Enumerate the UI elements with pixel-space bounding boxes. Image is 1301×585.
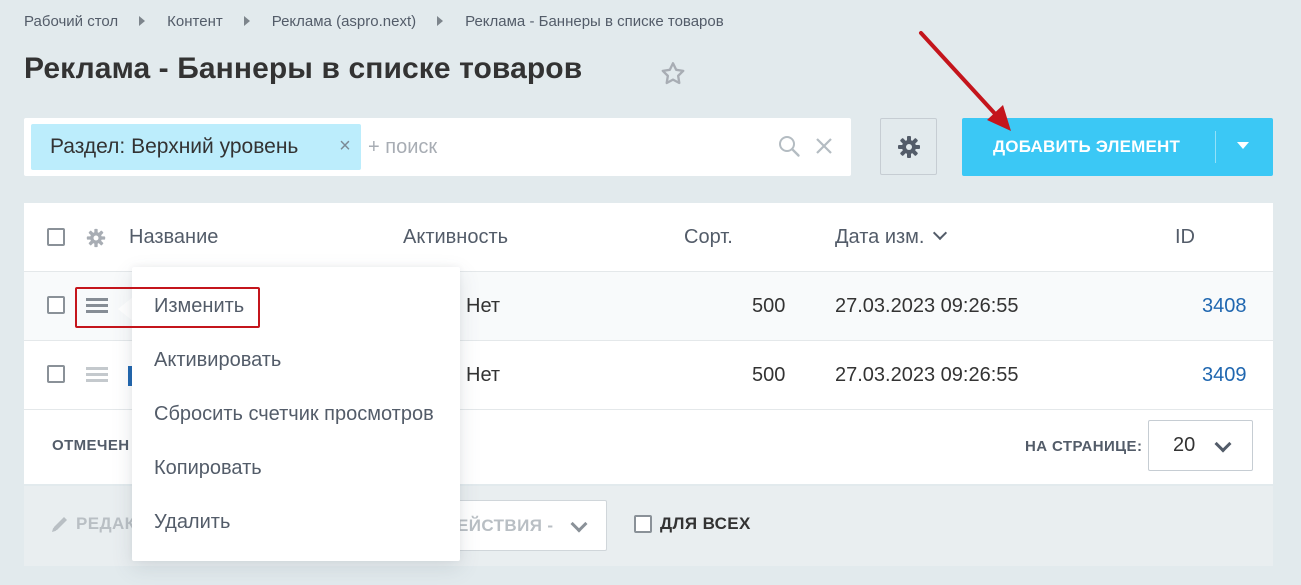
add-element-button[interactable]: ДОБАВИТЬ ЭЛЕМЕНТ: [962, 118, 1273, 176]
select-all-checkbox[interactable]: [47, 228, 65, 246]
context-menu-pointer: [118, 297, 133, 321]
cell-sort: 500: [752, 364, 786, 386]
filter-tag-close-icon[interactable]: ×: [336, 136, 354, 156]
breadcrumb-item-current[interactable]: Реклама - Баннеры в списке товаров: [465, 13, 724, 30]
breadcrumb-item[interactable]: Контент: [167, 13, 223, 30]
breadcrumb-separator-icon: [437, 16, 444, 26]
row-context-menu: Изменить Активировать Сбросить счетчик п…: [132, 267, 460, 561]
menu-item-copy[interactable]: Копировать: [154, 457, 262, 480]
filter-tag-label: Раздел: Верхний уровень: [50, 135, 299, 158]
menu-item-activate[interactable]: Активировать: [154, 349, 281, 372]
breadcrumb-item[interactable]: Рабочий стол: [24, 13, 118, 30]
actions-select[interactable]: ЕЙСТВИЯ -: [442, 500, 607, 551]
chevron-down-icon: [932, 225, 947, 241]
column-date[interactable]: Дата изм.: [835, 225, 947, 249]
menu-item-edit[interactable]: Изменить: [154, 295, 244, 318]
cell-active: Нет: [466, 295, 501, 317]
selected-count-label: ОТМЕЧЕН: [52, 437, 130, 454]
add-element-button-label: ДОБАВИТЬ ЭЛЕМЕНТ: [993, 137, 1181, 156]
cell-id-link[interactable]: 3409: [1202, 364, 1247, 387]
breadcrumb-item[interactable]: Реклама (aspro.next): [272, 13, 416, 30]
column-sort[interactable]: Сорт.: [684, 226, 733, 249]
row-checkbox[interactable]: [47, 296, 65, 314]
breadcrumb-separator-icon: [243, 16, 250, 26]
search-icon[interactable]: [777, 134, 801, 158]
cell-sort: 500: [752, 295, 786, 317]
cell-date: 27.03.2023 09:26:55: [835, 364, 1019, 386]
cell-id-link[interactable]: 3408: [1202, 295, 1247, 318]
cell-date: 27.03.2023 09:26:55: [835, 295, 1019, 317]
breadcrumb-separator-icon: [139, 16, 146, 26]
pencil-icon: [52, 517, 67, 532]
column-date-label: Дата изм.: [835, 226, 925, 248]
chevron-down-icon: [1214, 435, 1232, 453]
for-all-checkbox[interactable]: [634, 515, 652, 533]
chevron-down-icon[interactable]: [1237, 142, 1249, 149]
for-all-option[interactable]: ДЛЯ ВСЕХ: [634, 514, 751, 534]
menu-icon[interactable]: [86, 367, 108, 383]
edit-action-button[interactable]: РЕДАК: [50, 514, 135, 534]
clear-icon[interactable]: [814, 136, 834, 156]
column-active[interactable]: Активность: [403, 226, 508, 249]
menu-icon[interactable]: [86, 298, 108, 314]
menu-item-reset-views[interactable]: Сбросить счетчик просмотров: [154, 403, 434, 426]
add-button-divider: [1215, 131, 1216, 163]
gear-icon[interactable]: [86, 228, 106, 248]
settings-button[interactable]: [880, 118, 937, 175]
page-title: Реклама - Баннеры в списке товаров: [24, 52, 583, 85]
gear-icon: [898, 136, 920, 158]
column-id[interactable]: ID: [1175, 226, 1195, 249]
cell-active: Нет: [466, 364, 501, 386]
filter-search-bar[interactable]: Раздел: Верхний уровень ×: [24, 118, 851, 176]
page-size-label: НА СТРАНИЦЕ:: [1025, 438, 1143, 455]
actions-select-label: ЕЙСТВИЯ -: [457, 516, 554, 535]
page-size-value: 20: [1173, 434, 1196, 456]
for-all-label: ДЛЯ ВСЕХ: [660, 514, 751, 533]
breadcrumb: Рабочий стол Контент Реклама (aspro.next…: [24, 11, 724, 31]
page-size-select[interactable]: 20: [1148, 420, 1253, 471]
menu-item-delete[interactable]: Удалить: [154, 511, 230, 534]
chevron-down-icon: [570, 515, 588, 533]
filter-tag[interactable]: Раздел: Верхний уровень ×: [31, 124, 361, 170]
table-header: Название Активность Сорт. Дата изм. ID: [24, 203, 1273, 272]
star-icon[interactable]: [659, 60, 687, 88]
edit-action-label: РЕДАК: [76, 514, 136, 533]
row-checkbox[interactable]: [47, 365, 65, 383]
search-input[interactable]: [368, 130, 768, 164]
column-name[interactable]: Название: [129, 226, 218, 249]
